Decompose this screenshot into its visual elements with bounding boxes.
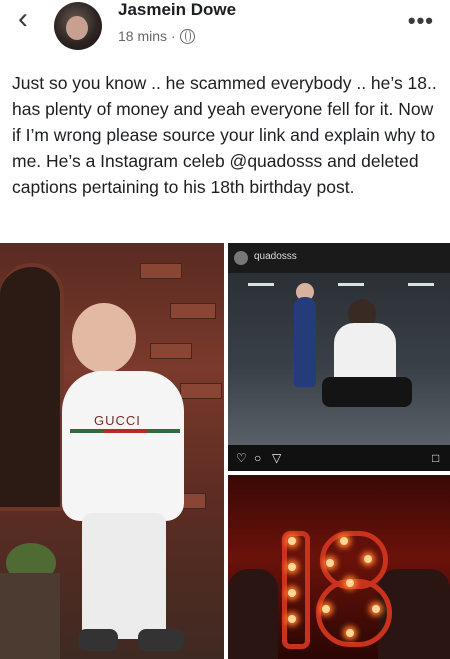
hoodie-stripe xyxy=(70,429,180,433)
bulb xyxy=(288,563,296,571)
boy-hoodie xyxy=(62,371,184,521)
instagram-action-bar: ♡ ○ ▽ □ xyxy=(228,445,450,471)
post-header: ‹ Jasmein Dowe 18 mins · ••• xyxy=(0,0,450,60)
brick xyxy=(150,343,192,359)
share-icon: ▽ xyxy=(272,451,282,465)
bulb xyxy=(372,605,380,613)
boy-shoe xyxy=(138,629,184,651)
boy-figure xyxy=(294,297,316,387)
marquee-digit-1 xyxy=(282,531,310,649)
bulb xyxy=(346,579,354,587)
instagram-username: quadosss xyxy=(254,251,297,262)
boy-pants xyxy=(82,513,166,639)
globe-icon xyxy=(179,28,195,44)
bulb xyxy=(288,537,296,545)
instagram-image xyxy=(228,273,450,445)
photo-boy-gucci[interactable]: GUCCI xyxy=(0,243,224,659)
more-horizontal-icon[interactable]: ••• xyxy=(408,8,434,34)
bulb xyxy=(326,559,334,567)
arched-door xyxy=(0,263,64,511)
avatar[interactable] xyxy=(54,2,102,50)
heart-icon: ♡ xyxy=(236,451,247,465)
post-meta: 18 mins · xyxy=(118,28,195,44)
timestamp[interactable]: 18 mins xyxy=(118,28,167,44)
boy-shoe xyxy=(78,629,118,651)
bulb xyxy=(364,555,372,563)
bulb xyxy=(288,615,296,623)
meta-separator: · xyxy=(171,28,176,44)
brick xyxy=(170,303,216,319)
planter xyxy=(0,573,60,659)
instagram-avatar xyxy=(234,251,248,265)
bulb xyxy=(340,537,348,545)
instagram-header: quadosss xyxy=(228,243,450,273)
bulb xyxy=(322,605,330,613)
bookmark-icon: □ xyxy=(432,451,440,465)
brick xyxy=(180,383,222,399)
marquee-digit-8-bottom xyxy=(316,579,392,647)
ceiling-light xyxy=(248,283,274,286)
gucci-logo: GUCCI xyxy=(94,413,141,428)
crowd-person xyxy=(228,569,278,659)
photo-instagram-post[interactable]: quadosss ♡ ○ ▽ □ xyxy=(228,243,450,471)
bulb xyxy=(346,629,354,637)
ceiling-light xyxy=(338,283,364,286)
brick xyxy=(140,263,182,279)
comment-icon: ○ xyxy=(254,451,262,465)
chevron-left-icon[interactable]: ‹ xyxy=(18,4,28,34)
ceiling-light xyxy=(408,283,434,286)
woman-legs xyxy=(322,377,412,407)
boy-head xyxy=(72,303,136,373)
photo-grid: GUCCI quadosss ♡ ○ ▽ □ xyxy=(0,243,450,659)
bulb xyxy=(288,589,296,597)
avatar-face xyxy=(66,16,88,40)
author-name[interactable]: Jasmein Dowe xyxy=(118,0,236,20)
post-text: Just so you know .. he scammed everybody… xyxy=(12,73,437,197)
woman-figure xyxy=(334,323,396,383)
photo-birthday-18[interactable] xyxy=(228,475,450,659)
